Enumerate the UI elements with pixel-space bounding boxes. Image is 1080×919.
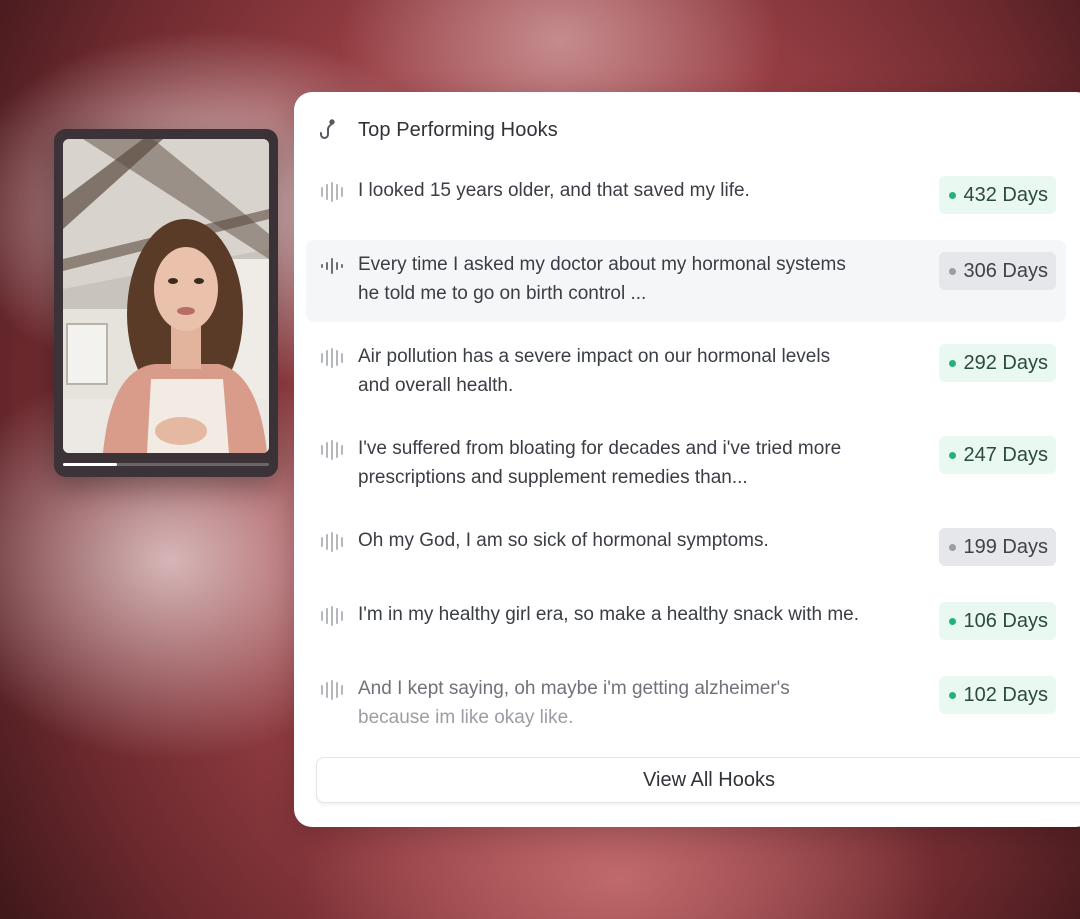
audio-waveform-icon bbox=[321, 532, 343, 552]
hook-text-line: I looked 15 years older, and that saved … bbox=[358, 180, 750, 201]
hook-row[interactable]: And I kept saying, oh maybe i'm getting … bbox=[306, 664, 1066, 736]
hook-text: And I kept saying, oh maybe i'm getting … bbox=[358, 674, 928, 732]
status-dot-icon bbox=[948, 451, 956, 459]
days-label: 199 Days bbox=[963, 535, 1049, 558]
video-progress-track[interactable] bbox=[63, 463, 269, 466]
view-all-hooks-button[interactable]: View All Hooks bbox=[316, 757, 1080, 803]
hook-row[interactable]: I'm in my healthy girl era, so make a he… bbox=[306, 590, 1066, 652]
hook-text-line: Air pollution has a severe impact on our… bbox=[358, 346, 831, 367]
days-badge: 199 Days bbox=[938, 528, 1056, 566]
status-dot-icon bbox=[948, 691, 956, 699]
hook-text: I've suffered from bloating for decades … bbox=[358, 434, 928, 492]
hook-row[interactable]: Air pollution has a severe impact on our… bbox=[306, 332, 1066, 404]
hook-text: Oh my God, I am so sick of hormonal symp… bbox=[358, 526, 928, 555]
days-label: 247 Days bbox=[963, 443, 1049, 466]
days-label: 306 Days bbox=[963, 259, 1049, 282]
hook-text: I looked 15 years older, and that saved … bbox=[358, 176, 928, 205]
status-dot-icon bbox=[948, 617, 956, 625]
hook-text-line: And I kept saying, oh maybe i'm getting … bbox=[358, 678, 790, 699]
video-progress-fill bbox=[63, 463, 117, 466]
hook-row[interactable]: Every time I asked my doctor about my ho… bbox=[306, 240, 1066, 322]
days-badge: 247 Days bbox=[938, 436, 1056, 474]
hook-text-line: I've suffered from bloating for decades … bbox=[358, 438, 842, 459]
hook-text-line: and overall health. bbox=[358, 375, 514, 396]
status-dot-icon bbox=[948, 359, 956, 367]
hook-text: Air pollution has a severe impact on our… bbox=[358, 342, 928, 400]
video-thumbnail[interactable] bbox=[63, 139, 269, 453]
panel-header: Top Performing Hooks bbox=[320, 116, 558, 144]
days-label: 432 Days bbox=[963, 183, 1049, 206]
audio-waveform-icon bbox=[321, 258, 343, 274]
days-badge: 106 Days bbox=[938, 602, 1056, 640]
days-badge: 292 Days bbox=[938, 344, 1056, 382]
hook-text-line: prescriptions and supplement remedies th… bbox=[358, 467, 748, 488]
hook-text-line: I'm in my healthy girl era, so make a he… bbox=[358, 604, 859, 625]
status-dot-icon bbox=[948, 267, 956, 275]
days-badge: 306 Days bbox=[938, 252, 1056, 290]
status-dot-icon bbox=[948, 191, 956, 199]
audio-waveform-icon bbox=[321, 348, 343, 368]
view-all-hooks-label: View All Hooks bbox=[643, 768, 775, 791]
hook-row[interactable]: I looked 15 years older, and that saved … bbox=[306, 166, 1066, 228]
audio-waveform-icon bbox=[321, 440, 343, 460]
status-dot-icon bbox=[948, 543, 956, 551]
hook-icon bbox=[320, 119, 335, 139]
days-label: 102 Days bbox=[963, 683, 1049, 706]
hook-text-line: Every time I asked my doctor about my ho… bbox=[358, 254, 846, 275]
hook-row[interactable]: I've suffered from bloating for decades … bbox=[306, 424, 1066, 496]
audio-waveform-icon bbox=[321, 182, 343, 202]
days-badge: 102 Days bbox=[938, 676, 1056, 714]
hook-text-line: Oh my God, I am so sick of hormonal symp… bbox=[358, 530, 769, 551]
hook-text: Every time I asked my doctor about my ho… bbox=[358, 250, 928, 308]
video-frame-image bbox=[63, 139, 269, 453]
audio-waveform-icon bbox=[321, 680, 343, 700]
hook-text-line: because im like okay like. bbox=[358, 707, 574, 728]
hook-text: I'm in my healthy girl era, so make a he… bbox=[358, 600, 928, 629]
panel-title: Top Performing Hooks bbox=[358, 118, 558, 141]
days-badge: 432 Days bbox=[938, 176, 1056, 214]
audio-waveform-icon bbox=[321, 606, 343, 626]
hook-text-line: he told me to go on birth control ... bbox=[358, 283, 647, 304]
days-label: 106 Days bbox=[963, 609, 1049, 632]
days-label: 292 Days bbox=[963, 351, 1049, 374]
video-preview-card[interactable] bbox=[54, 129, 278, 477]
hook-row[interactable]: Oh my God, I am so sick of hormonal symp… bbox=[306, 516, 1066, 578]
top-hooks-panel: Top Performing Hooks I looked 15 years o… bbox=[294, 92, 1080, 827]
